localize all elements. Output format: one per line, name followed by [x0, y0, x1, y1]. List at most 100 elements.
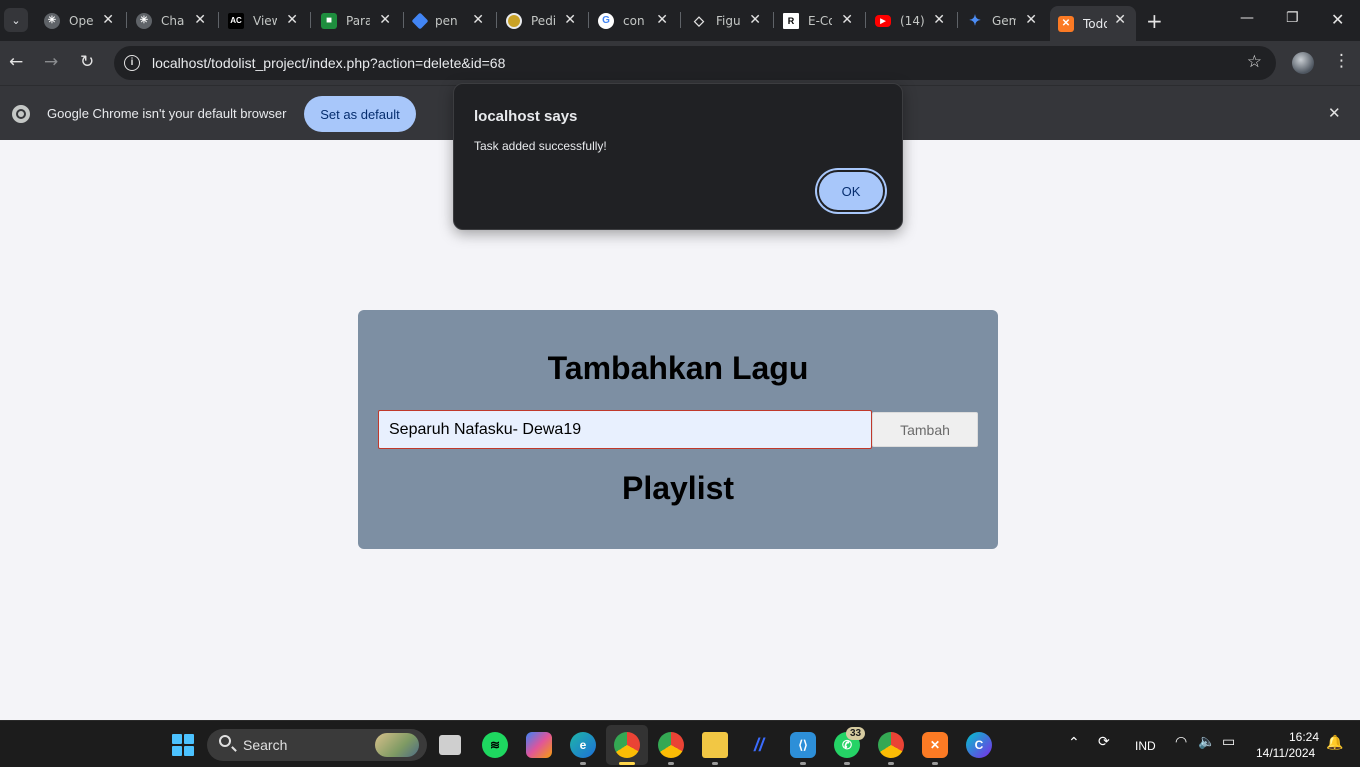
chrome-profile-icon[interactable]	[878, 732, 904, 758]
site-info-icon[interactable]: i	[124, 55, 140, 71]
tab-search-icon[interactable]: ⌄	[4, 8, 28, 32]
tab-8[interactable]: ◇ Figu ✕	[683, 6, 771, 35]
tab-title: Todo	[1083, 16, 1107, 31]
graduation-cap-icon	[411, 12, 429, 29]
tab-separator	[773, 12, 774, 28]
taskbar-search[interactable]: Search	[207, 729, 427, 761]
tab-separator	[126, 12, 127, 28]
tab-title: pen	[435, 13, 458, 28]
file-explorer-icon[interactable]	[702, 732, 728, 758]
ok-button[interactable]: OK	[817, 170, 885, 212]
gemini-icon: ✦	[969, 12, 981, 28]
running-indicator	[712, 762, 718, 765]
sync-icon[interactable]: ⟳	[1098, 734, 1110, 750]
chrome-icon[interactable]	[614, 732, 640, 758]
reload-icon[interactable]: ↻	[80, 52, 94, 72]
clock-date[interactable]: 14/11/2024	[1256, 746, 1315, 760]
close-icon[interactable]: ✕	[194, 12, 206, 28]
back-icon[interactable]: ←	[9, 52, 23, 72]
tab-4[interactable]: ■ Para ✕	[313, 6, 401, 35]
vscode-icon[interactable]: ⟨⟩	[790, 732, 816, 758]
bookmark-star-icon[interactable]: ☆	[1247, 52, 1262, 72]
tray-chevron-icon[interactable]: ⌃	[1068, 735, 1080, 751]
tab-7[interactable]: G con ✕	[590, 6, 678, 35]
dialog-message: Task added successfully!	[474, 139, 607, 153]
edge-icon[interactable]: e	[570, 732, 596, 758]
tab-active-todo[interactable]: ✕ Todo ✕	[1050, 6, 1136, 41]
close-icon[interactable]: ✕	[379, 12, 391, 28]
tab-6[interactable]: Pedi ✕	[498, 6, 586, 35]
spotify-icon[interactable]: ≋	[482, 732, 508, 758]
chrome-icon[interactable]	[658, 732, 684, 758]
close-window-icon[interactable]: ✕	[1331, 10, 1344, 29]
tab-11[interactable]: ✦ Gem ✕	[959, 6, 1047, 35]
xampp-icon[interactable]: ✕	[922, 732, 948, 758]
vscode-alt-icon[interactable]: //	[746, 732, 772, 758]
tab-title: (14)	[900, 13, 924, 28]
tab-3[interactable]: AC View ✕	[220, 6, 308, 35]
close-icon[interactable]: ✕	[1114, 12, 1126, 28]
copilot-icon[interactable]	[526, 732, 552, 758]
menu-dots-icon[interactable]: ⋮	[1333, 51, 1350, 71]
close-icon[interactable]: ✕	[564, 12, 576, 28]
tab-9[interactable]: R E-Co ✕	[775, 6, 863, 35]
close-icon[interactable]: ✕	[472, 12, 484, 28]
running-indicator	[800, 762, 806, 765]
whatsapp-badge: 33	[846, 727, 866, 740]
tab-separator	[403, 12, 404, 28]
windows-start-icon[interactable]	[172, 734, 194, 756]
tab-separator	[588, 12, 589, 28]
tab-separator	[957, 12, 958, 28]
language-indicator[interactable]: IND	[1135, 739, 1156, 753]
url-text[interactable]: localhost/todolist_project/index.php?act…	[152, 55, 505, 71]
set-as-default-button[interactable]: Set as default	[304, 96, 416, 132]
tab-title: Gem	[992, 13, 1016, 28]
battery-icon[interactable]: ▭	[1222, 734, 1235, 750]
notification-bell-icon[interactable]: 🔔	[1326, 735, 1343, 751]
close-icon[interactable]: ✕	[1025, 12, 1037, 28]
close-icon[interactable]: ✕	[656, 12, 668, 28]
chatgpt-icon: ✳	[136, 12, 152, 29]
task-view-icon[interactable]	[439, 735, 461, 755]
tab-separator	[865, 12, 866, 28]
ac-icon: AC	[228, 12, 244, 29]
address-bar[interactable]: i localhost/todolist_project/index.php?a…	[114, 46, 1276, 80]
close-icon[interactable]: ✕	[286, 12, 298, 28]
tab-title: E-Co	[808, 13, 832, 28]
close-icon[interactable]: ✕	[1328, 104, 1341, 122]
song-form-card: Tambahkan Lagu Tambah Playlist	[358, 310, 998, 549]
tab-title: Pedi	[531, 13, 555, 28]
tab-5[interactable]: pen ✕	[406, 6, 494, 35]
close-icon[interactable]: ✕	[749, 12, 761, 28]
chrome-icon	[12, 105, 30, 123]
song-input[interactable]	[378, 410, 872, 449]
close-icon[interactable]: ✕	[102, 12, 114, 28]
tab-title: View	[253, 13, 277, 28]
close-icon[interactable]: ✕	[841, 12, 853, 28]
tab-10[interactable]: ▶ (14) ✕	[867, 6, 955, 35]
minimize-icon[interactable]: —	[1240, 10, 1254, 26]
tab-title: Ope	[69, 13, 93, 28]
forward-icon[interactable]: →	[44, 52, 58, 72]
tab-2[interactable]: ✳ Cha ✕	[128, 6, 216, 35]
tab-strip: ⌄ ✳ Ope ✕ ✳ Cha ✕ AC View ✕ ■ Para ✕ pen…	[0, 0, 1360, 41]
alert-dialog: localhost says Task added successfully! …	[453, 83, 903, 230]
taskbar: Search ≋ e // ⟨⟩ ✆ 33 ✕ C ⌃ ⟳ IND ◠ 🔈 ▭ …	[0, 720, 1360, 767]
tab-separator	[680, 12, 681, 28]
tab-separator	[310, 12, 311, 28]
youtube-icon: ▶	[875, 14, 891, 27]
profile-avatar[interactable]	[1292, 52, 1314, 74]
wifi-icon[interactable]: ◠	[1175, 734, 1187, 750]
tab-1[interactable]: ✳ Ope ✕	[36, 6, 124, 35]
volume-icon[interactable]: 🔈	[1198, 734, 1215, 750]
add-button[interactable]: Tambah	[872, 412, 978, 447]
page-title: Tambahkan Lagu	[547, 350, 809, 386]
running-indicator	[668, 762, 674, 765]
university-seal-icon	[506, 12, 522, 29]
dialog-title: localhost says	[474, 108, 578, 125]
close-icon[interactable]: ✕	[933, 12, 945, 28]
restore-icon[interactable]: ❐	[1286, 10, 1299, 26]
new-tab-icon[interactable]: +	[1146, 9, 1163, 33]
clock-time[interactable]: 16:24	[1289, 730, 1319, 744]
canva-icon[interactable]: C	[966, 732, 992, 758]
